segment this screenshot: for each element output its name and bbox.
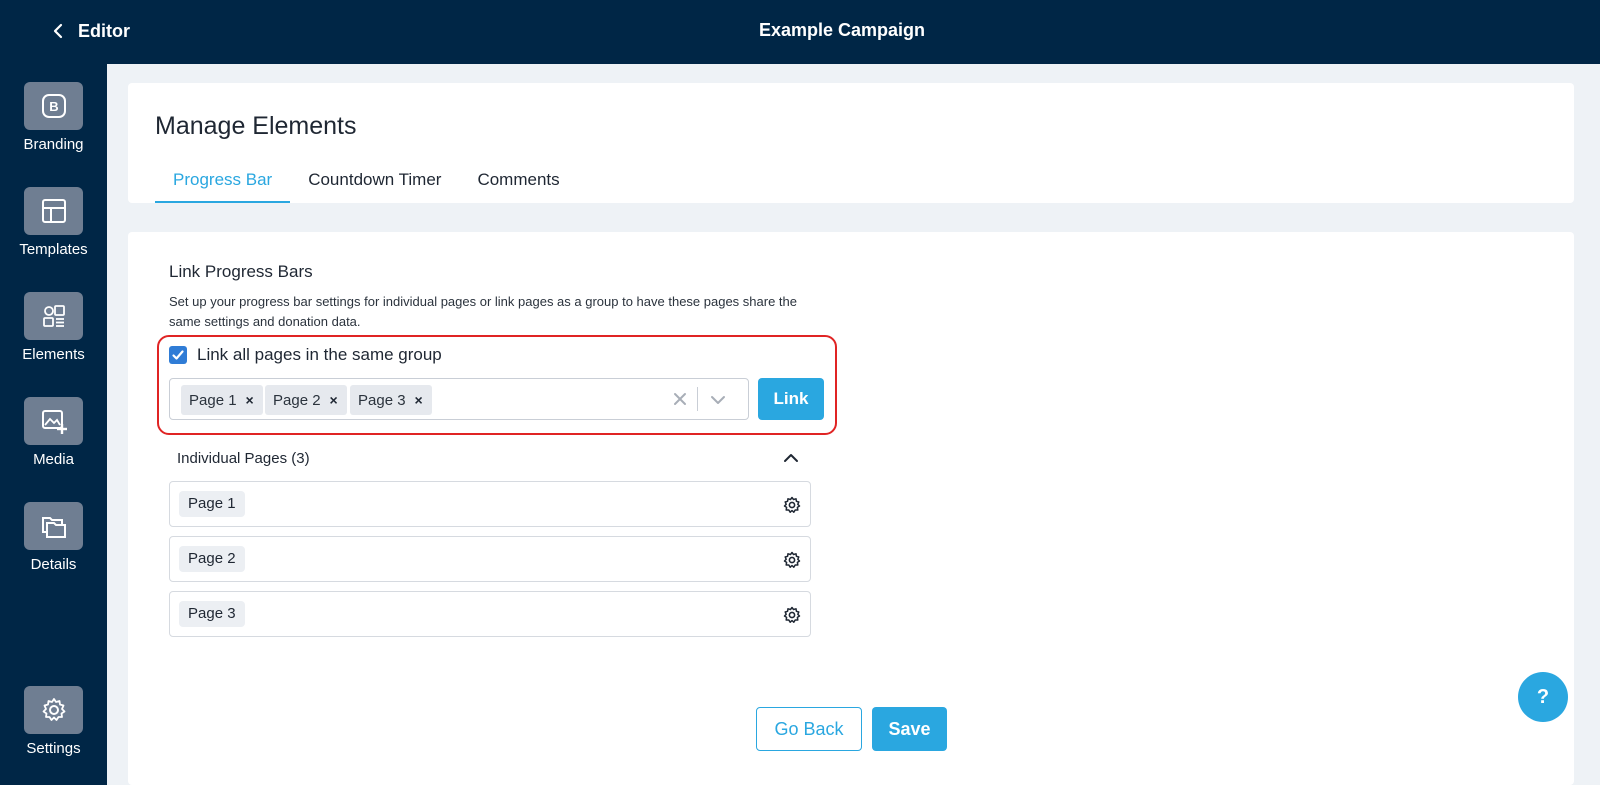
sidebar: B Branding Templates Elements Media Deta… [0, 64, 107, 785]
list-item: Page 1 [169, 481, 811, 527]
top-bar: Editor Example Campaign [0, 0, 1600, 64]
sidebar-item-elements[interactable]: Elements [0, 292, 107, 363]
sidebar-item-label: Details [30, 556, 77, 573]
tag-label: Page 3 [358, 391, 406, 409]
sidebar-item-label: Elements [22, 346, 85, 363]
chevron-up-icon [784, 454, 798, 462]
sidebar-item-label: Media [33, 451, 74, 468]
remove-tag-icon[interactable]: × [321, 392, 347, 408]
selected-page-tag: Page 2 × [265, 385, 347, 415]
tab-progress-bar[interactable]: Progress Bar [155, 165, 291, 203]
list-item: Page 2 [169, 536, 811, 582]
details-icon [41, 517, 66, 538]
clear-selection-icon[interactable] [670, 389, 690, 409]
sidebar-item-settings[interactable]: Settings [0, 686, 107, 757]
selected-page-tag: Page 1 × [181, 385, 263, 415]
gear-icon[interactable] [782, 605, 802, 625]
tag-label: Page 1 [189, 391, 237, 409]
selected-page-tag: Page 3 × [350, 385, 432, 415]
page-group-select[interactable]: Page 1 × Page 2 × Page 3 × [169, 378, 749, 420]
templates-icon [41, 199, 66, 223]
manage-elements-header: Manage Elements Progress Bar Countdown T… [128, 83, 1574, 203]
select-separator [697, 387, 698, 411]
remove-tag-icon[interactable]: × [406, 392, 432, 408]
list-item: Page 3 [169, 591, 811, 637]
checkmark-icon [172, 350, 184, 360]
progress-bar-panel: Link Progress Bars Set up your progress … [128, 232, 1574, 785]
svg-text:B: B [49, 99, 58, 114]
sidebar-item-label: Branding [23, 136, 84, 153]
page-chip: Page 3 [179, 601, 245, 627]
link-all-pages-checkbox[interactable]: Link all pages in the same group [169, 345, 442, 365]
campaign-title: Example Campaign [758, 20, 926, 40]
sidebar-item-label: Settings [26, 740, 81, 757]
individual-pages-label: Individual Pages (3) [177, 450, 310, 467]
checkbox-checked[interactable] [169, 346, 187, 364]
element-tabs: Progress Bar Countdown Timer Comments [155, 165, 578, 203]
help-button[interactable]: ? [1518, 672, 1568, 722]
sidebar-item-templates[interactable]: Templates [0, 187, 107, 258]
page-chip: Page 2 [179, 546, 245, 572]
checkbox-label: Link all pages in the same group [197, 345, 442, 364]
sidebar-item-media[interactable]: Media [0, 397, 107, 468]
media-icon [41, 410, 67, 434]
section-title: Link Progress Bars [169, 262, 313, 281]
go-back-button[interactable]: Go Back [756, 707, 862, 751]
tab-comments[interactable]: Comments [459, 165, 577, 203]
gear-icon[interactable] [782, 550, 802, 570]
branding-icon: B [41, 94, 66, 118]
section-description: Set up your progress bar settings for in… [169, 294, 797, 329]
sidebar-item-label: Templates [19, 241, 88, 258]
sidebar-item-branding[interactable]: B Branding [0, 82, 107, 153]
sidebar-item-details[interactable]: Details [0, 502, 107, 573]
individual-pages-toggle[interactable]: Individual Pages (3) [169, 440, 809, 476]
gear-icon [42, 698, 65, 721]
tab-countdown-timer[interactable]: Countdown Timer [290, 165, 459, 203]
chevron-down-icon[interactable] [707, 389, 729, 411]
link-button[interactable]: Link [758, 378, 824, 420]
page-chip: Page 1 [179, 491, 245, 517]
gear-icon[interactable] [782, 495, 802, 515]
page-title: Manage Elements [155, 112, 357, 140]
elements-icon [42, 305, 65, 327]
save-button[interactable]: Save [872, 707, 947, 751]
tag-label: Page 2 [273, 391, 321, 409]
remove-tag-icon[interactable]: × [237, 392, 263, 408]
